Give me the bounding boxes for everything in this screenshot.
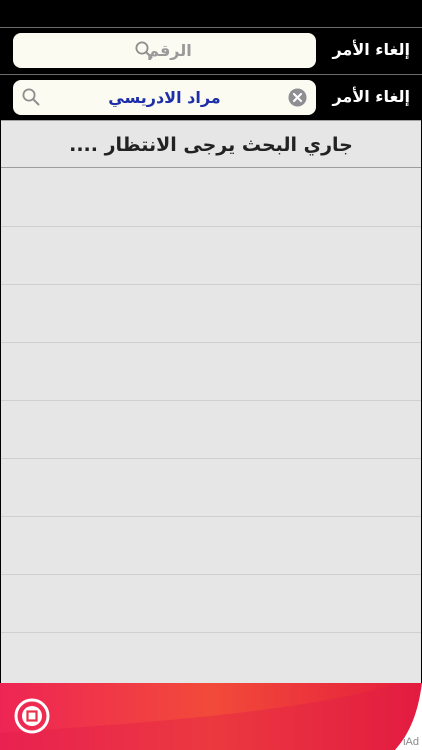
- search-bar-number: الرقم إلغاء الأمر: [0, 27, 422, 73]
- ad-banner-shape: [0, 683, 422, 750]
- clear-icon[interactable]: [288, 88, 307, 107]
- cancel-button[interactable]: إلغاء الأمر: [332, 75, 410, 119]
- number-search-placeholder: الرقم: [147, 41, 192, 60]
- list-item[interactable]: [1, 343, 421, 401]
- ad-banner[interactable]: iAd: [0, 683, 422, 750]
- list-item[interactable]: [1, 285, 421, 343]
- list-item[interactable]: [1, 517, 421, 575]
- ad-badge-icon[interactable]: [13, 697, 51, 735]
- number-search-field[interactable]: الرقم: [13, 33, 316, 68]
- list-item[interactable]: [1, 575, 421, 633]
- cancel-button[interactable]: إلغاء الأمر: [332, 28, 410, 72]
- name-search-field[interactable]: مراد الادريسي: [13, 80, 316, 115]
- search-status-message: جاري البحث يرجى الانتظار ....: [69, 134, 353, 156]
- list-item[interactable]: [1, 459, 421, 517]
- status-bar: [0, 0, 422, 27]
- results-list[interactable]: [1, 168, 421, 683]
- list-item[interactable]: [1, 227, 421, 285]
- name-search-value: مراد الادريسي: [108, 88, 221, 107]
- list-item[interactable]: [1, 168, 421, 227]
- search-bar-name: مراد الادريسي إلغاء الأمر: [0, 74, 422, 120]
- app-screen: الرقم إلغاء الأمر مراد الادريسي إلغاء ال…: [0, 0, 422, 750]
- iad-label: iAd: [403, 736, 419, 748]
- search-status: جاري البحث يرجى الانتظار ....: [1, 120, 421, 168]
- list-item[interactable]: [1, 633, 421, 683]
- list-item[interactable]: [1, 401, 421, 459]
